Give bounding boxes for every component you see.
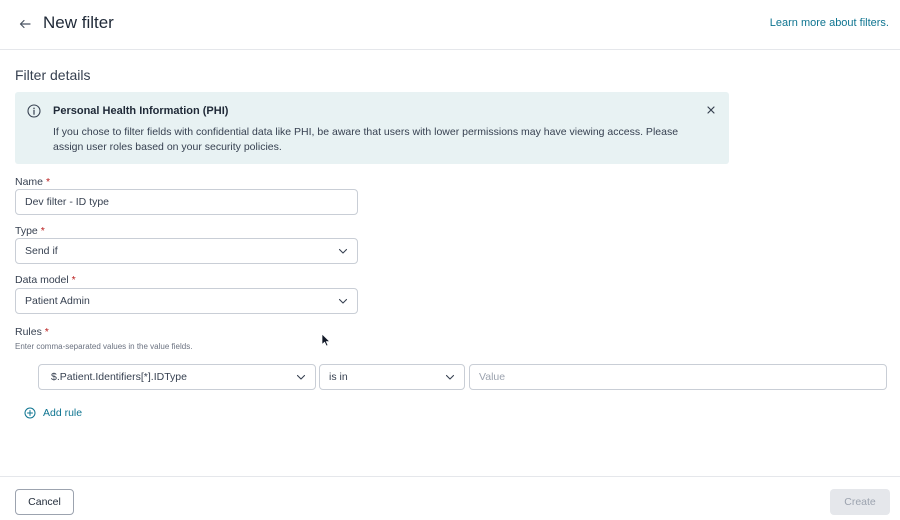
- type-label: Type *: [15, 225, 45, 237]
- footer-bar: [0, 476, 900, 520]
- section-title: Filter details: [15, 67, 91, 83]
- rule-operator-select[interactable]: is in: [319, 364, 465, 390]
- required-marker: *: [44, 326, 49, 338]
- rules-label: Rules *: [15, 326, 49, 338]
- learn-more-link[interactable]: Learn more about filters.: [770, 17, 889, 29]
- info-circle-icon: [27, 104, 41, 118]
- data-model-label-text: Data model: [15, 274, 69, 286]
- name-input[interactable]: Dev filter - ID type: [15, 189, 358, 215]
- plus-circle-icon: [24, 407, 36, 419]
- data-model-label: Data model *: [15, 274, 76, 286]
- name-label: Name *: [15, 176, 50, 188]
- type-label-text: Type: [15, 225, 38, 237]
- create-button[interactable]: Create: [830, 489, 890, 515]
- name-label-text: Name: [15, 176, 44, 188]
- phi-info-banner: Personal Health Information (PHI) If you…: [15, 92, 729, 164]
- required-marker: *: [45, 176, 51, 188]
- type-select-value: Send if: [25, 245, 58, 257]
- type-select[interactable]: Send if: [15, 238, 358, 264]
- rule-field-value: $.Patient.Identifiers[*].IDType: [51, 371, 187, 383]
- chevron-down-icon: [338, 248, 348, 254]
- rule-operator-value: is in: [329, 371, 348, 383]
- add-rule-button[interactable]: Add rule: [24, 407, 82, 419]
- page-title: New filter: [43, 13, 114, 32]
- mouse-cursor-icon: [321, 333, 331, 347]
- arrow-left-icon: [19, 19, 31, 29]
- data-model-select[interactable]: Patient Admin: [15, 288, 358, 314]
- chevron-down-icon: [445, 374, 455, 380]
- cancel-button[interactable]: Cancel: [15, 489, 74, 515]
- data-model-select-value: Patient Admin: [25, 295, 90, 307]
- chevron-down-icon: [338, 298, 348, 304]
- close-icon[interactable]: [705, 104, 717, 116]
- rule-value-input[interactable]: Value: [469, 364, 887, 390]
- rules-hint: Enter comma-separated values in the valu…: [15, 342, 193, 351]
- rules-label-text: Rules: [15, 326, 42, 338]
- required-marker: *: [40, 225, 45, 237]
- rule-field-select[interactable]: $.Patient.Identifiers[*].IDType: [38, 364, 316, 390]
- chevron-down-icon: [296, 374, 306, 380]
- required-marker: *: [71, 274, 76, 286]
- add-rule-label: Add rule: [43, 407, 83, 419]
- name-input-value: Dev filter - ID type: [25, 196, 110, 208]
- rule-value-placeholder: Value: [479, 371, 506, 383]
- back-button[interactable]: [15, 14, 35, 34]
- banner-text: If you chose to filter fields with confi…: [53, 126, 679, 153]
- banner-title: Personal Health Information (PHI): [53, 105, 229, 117]
- page-header: New filter Learn more about filters.: [0, 0, 900, 50]
